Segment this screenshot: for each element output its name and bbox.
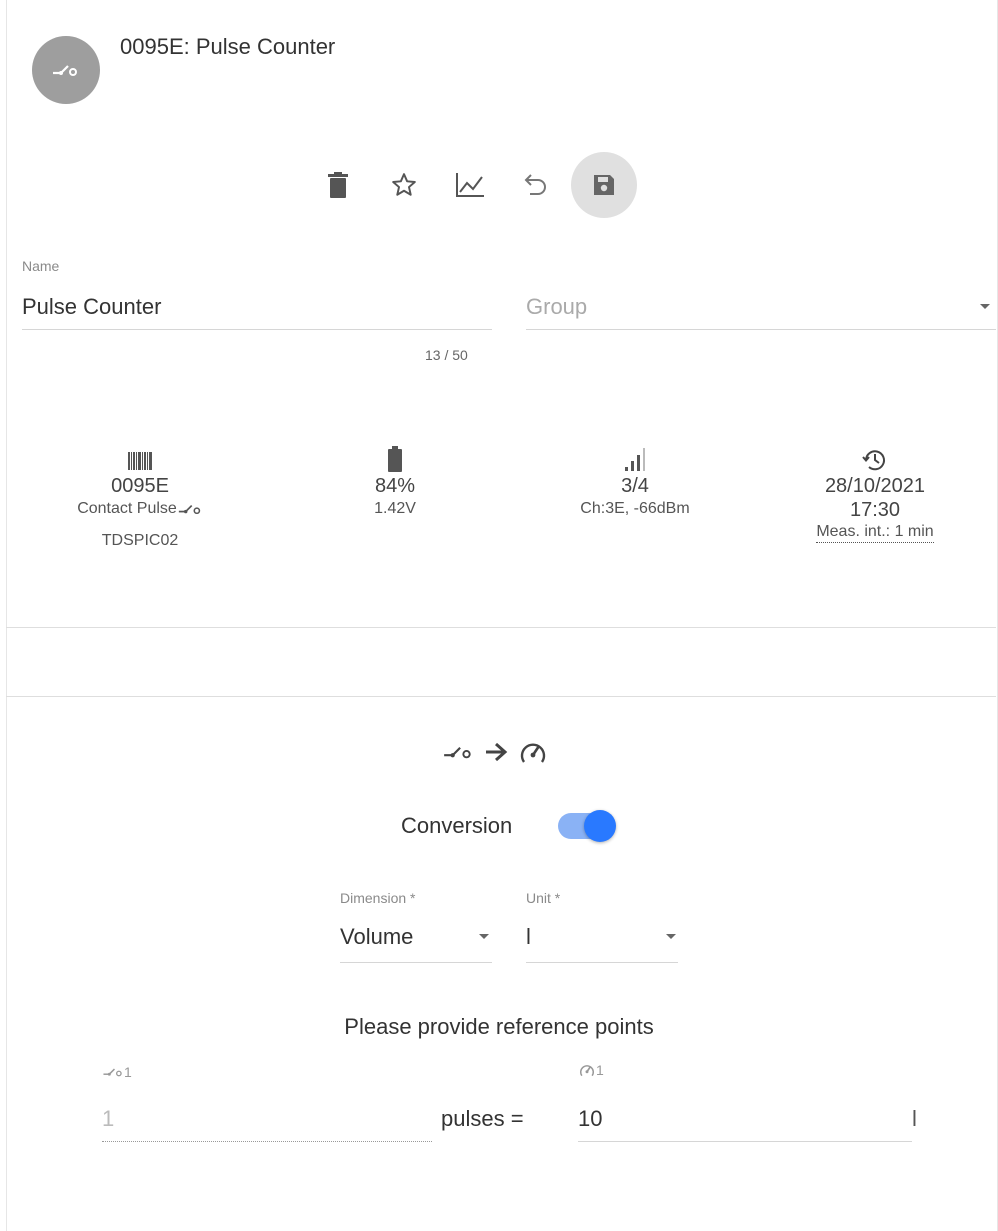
contact-switch-icon — [444, 746, 471, 759]
device-type-label: Contact Pulse — [77, 500, 177, 517]
conversion-diagram — [442, 738, 548, 766]
star-icon — [392, 173, 416, 196]
meter-reference-index: 1 — [596, 1062, 604, 1078]
name-field-underline — [22, 329, 492, 330]
serial-number: 0095E — [111, 475, 169, 497]
device-type: Contact Pulse — [40, 498, 240, 520]
dimension-underline — [340, 962, 492, 963]
device-avatar — [32, 36, 100, 104]
last-seen-date: 28/10/2021 — [824, 475, 926, 497]
barcode-icon — [128, 452, 152, 470]
name-field[interactable]: Pulse Counter — [22, 294, 161, 320]
unit-dropdown-icon[interactable] — [666, 934, 676, 939]
dimension-dropdown-icon[interactable] — [479, 934, 489, 939]
device-model: TDSPIC02 — [101, 532, 179, 549]
save-icon — [594, 175, 614, 195]
battery-voltage: 1.42V — [374, 500, 416, 517]
serial-info: 0095E Contact Pulse TDSPIC02 — [40, 452, 240, 552]
battery-icon — [388, 446, 402, 472]
page-title: 0095E: Pulse Counter — [120, 34, 336, 59]
contact-switch-icon — [103, 1068, 122, 1077]
conversion-label: Conversion — [401, 813, 513, 838]
signal-info: 3/4 Ch:3E, -66dBm — [540, 446, 730, 520]
signal-icon — [625, 448, 645, 471]
favorite-button[interactable] — [371, 152, 437, 218]
toolbar — [305, 152, 637, 218]
reference-prompt: Please provide reference points — [344, 1014, 654, 1039]
unit-label: Unit * — [526, 890, 561, 906]
chart-line-icon — [456, 173, 484, 197]
group-select[interactable]: Group — [526, 294, 587, 320]
save-button[interactable] — [571, 152, 637, 218]
trash-icon — [328, 172, 348, 198]
undo-button[interactable] — [503, 152, 569, 218]
gauge-icon — [579, 1065, 595, 1077]
contact-switch-icon — [53, 65, 77, 76]
signal-strength: 3/4 — [621, 475, 649, 497]
battery-percent: 84% — [374, 475, 416, 497]
section-divider — [6, 627, 996, 628]
meter-reference-label: 1 — [578, 1062, 604, 1078]
dimension-select[interactable]: Volume — [340, 924, 413, 950]
contact-switch-icon — [178, 504, 200, 514]
name-field-label: Name — [22, 258, 60, 274]
battery-info: 84% 1.42V — [300, 446, 490, 520]
last-seen-info: 28/10/2021 17:30 Meas. int.: 1 min — [775, 446, 975, 543]
arrow-right-icon — [486, 742, 508, 762]
history-icon — [862, 450, 885, 471]
group-field-underline — [526, 329, 996, 330]
pulses-equals-text: pulses = — [441, 1106, 524, 1131]
unit-suffix: l — [912, 1106, 917, 1131]
group-dropdown-icon[interactable] — [980, 304, 990, 309]
pulse-reference-index: 1 — [124, 1064, 132, 1080]
name-char-counter: 13 / 50 — [425, 347, 468, 363]
conversion-toggle-knob[interactable] — [584, 810, 616, 842]
dimension-label: Dimension * — [340, 890, 416, 906]
unit-underline — [526, 962, 678, 963]
meter-value-input[interactable]: 10 — [578, 1106, 602, 1132]
gauge-icon — [520, 743, 546, 763]
delete-button[interactable] — [305, 152, 371, 218]
unit-select[interactable]: l — [526, 924, 531, 950]
pulse-reference-label: 1 — [102, 1064, 132, 1080]
measure-interval[interactable]: Meas. int.: 1 min — [816, 522, 934, 543]
chart-button[interactable] — [437, 152, 503, 218]
signal-detail: Ch:3E, -66dBm — [580, 500, 690, 517]
pulse-value-input[interactable]: 1 — [102, 1106, 114, 1132]
last-seen-time: 17:30 — [849, 499, 901, 521]
undo-icon — [524, 174, 546, 195]
section-divider — [6, 696, 996, 697]
pulse-input-underline — [102, 1141, 432, 1142]
meter-input-underline — [578, 1141, 912, 1142]
